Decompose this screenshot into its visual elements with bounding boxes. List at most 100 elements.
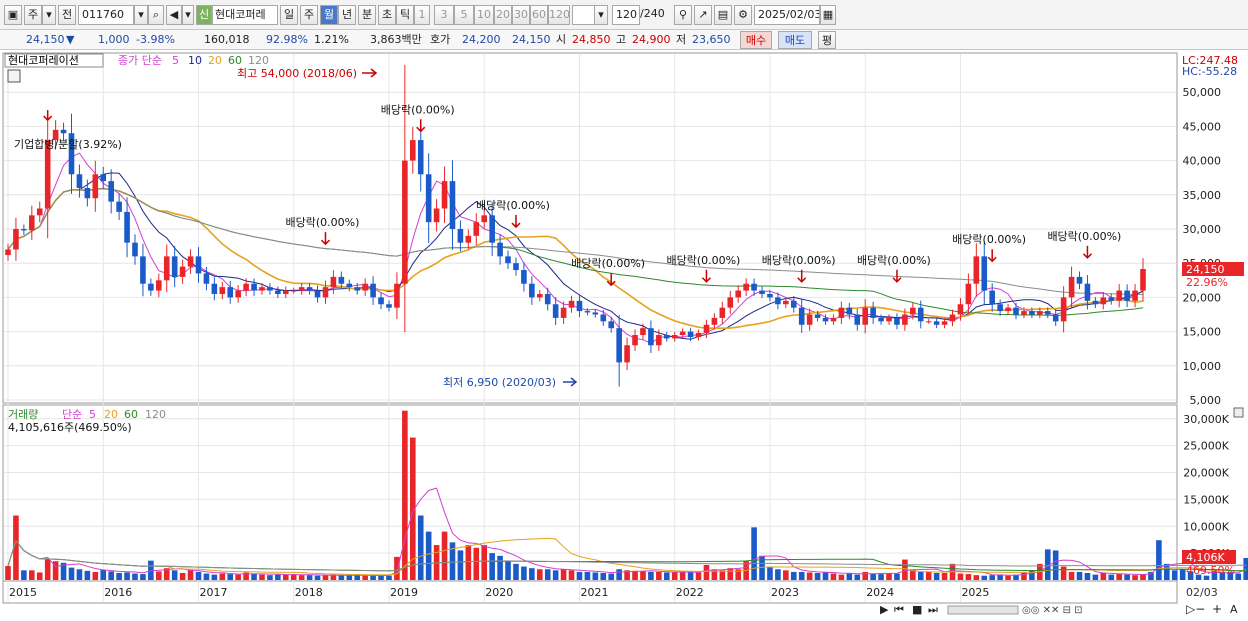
volume-bar xyxy=(1164,563,1170,580)
scroll-right-icon[interactable]: ▶ xyxy=(880,603,889,616)
volume-bar xyxy=(798,571,805,580)
price-tick-label: 40,000 xyxy=(1183,155,1222,168)
volume-bar xyxy=(973,575,980,580)
candle xyxy=(894,317,900,325)
volume-bar xyxy=(1060,566,1067,580)
candle xyxy=(640,328,646,336)
candle xyxy=(759,290,765,294)
count-button[interactable]: 1 xyxy=(414,5,430,25)
candle xyxy=(203,273,210,284)
chart-menu-icon[interactable]: ▣ xyxy=(4,5,22,25)
fast-forward-icon[interactable]: ⏭ xyxy=(928,603,938,616)
stock-code-input[interactable]: 011760 xyxy=(78,5,134,25)
candle xyxy=(29,215,35,231)
candle xyxy=(306,287,313,291)
candle xyxy=(584,311,591,313)
table-view-icon[interactable] xyxy=(7,69,21,83)
candle xyxy=(1013,307,1019,315)
count-button[interactable]: 20 xyxy=(494,5,512,25)
scroll-controls[interactable]: ▶ ⏮ ■ ⏭ ◎◎ ✕✕ ⊟ ⊡ ▷− + A xyxy=(880,602,1238,616)
tool-icons[interactable]: ◎◎ ✕✕ ⊟ ⊡ xyxy=(1022,605,1083,616)
quote-ask: 24,200 xyxy=(462,33,501,46)
candle xyxy=(362,283,368,291)
volume-bar xyxy=(140,574,146,580)
save-icon[interactable]: ▤ xyxy=(714,5,732,25)
volume-bar xyxy=(179,573,186,580)
settings-icon[interactable]: ⚙ xyxy=(734,5,752,25)
count-button[interactable]: 120 xyxy=(548,5,570,25)
volume-bar xyxy=(1100,573,1107,580)
volume-bar xyxy=(362,575,368,580)
candle xyxy=(592,312,599,315)
dividend-annotation: 배당락(0.00%) xyxy=(666,254,740,267)
period-type-dropdown-icon[interactable]: ▾ xyxy=(42,5,56,25)
candle xyxy=(84,187,91,199)
scrollbar[interactable] xyxy=(947,605,1019,615)
calendar-icon[interactable]: ▦ xyxy=(820,5,836,25)
period-button[interactable]: 주 xyxy=(300,5,318,25)
drawing-tool-icon[interactable]: ↗ xyxy=(694,5,712,25)
eval-button[interactable]: 평 xyxy=(818,31,836,49)
stop-icon[interactable]: ■ xyxy=(912,603,922,616)
count-button[interactable]: 10 xyxy=(474,5,494,25)
period-type-select[interactable]: 주 xyxy=(24,5,42,25)
volume-bar xyxy=(695,572,702,580)
rewind-icon[interactable]: ⏮ xyxy=(894,603,904,616)
speaker-icon[interactable]: ◀ xyxy=(166,5,182,25)
period-button[interactable]: 년 xyxy=(338,5,356,25)
volume-bar xyxy=(1132,575,1138,580)
count-dropdown-icon[interactable]: ▾ xyxy=(594,5,608,25)
candle xyxy=(925,321,932,323)
candle xyxy=(338,276,345,284)
period-button[interactable]: 분 xyxy=(358,5,376,25)
dividend-annotation: 배당락(0.00%) xyxy=(571,257,645,270)
legend-ma5: 5 xyxy=(172,54,179,67)
market-select[interactable]: 전 xyxy=(58,5,76,25)
zoom-in-icon[interactable]: + xyxy=(1212,602,1222,616)
low-price: 23,650 xyxy=(692,33,731,46)
indicator-icon[interactable]: ⚲ xyxy=(674,5,692,25)
volume-bar xyxy=(1124,574,1130,580)
count-button[interactable]: 60 xyxy=(530,5,548,25)
period-button[interactable]: 초 xyxy=(378,5,396,25)
volume-bar xyxy=(1108,574,1115,580)
vol-panel-close-icon[interactable] xyxy=(1233,407,1244,418)
zoom-out-icon[interactable]: ▷− xyxy=(1186,602,1205,616)
search-icon[interactable]: ⌕ xyxy=(148,5,164,25)
candle xyxy=(1140,269,1146,291)
candle xyxy=(132,242,138,257)
count-button[interactable]: 3 xyxy=(434,5,454,25)
candle xyxy=(425,174,432,223)
stock-code-dropdown-icon[interactable]: ▾ xyxy=(134,5,148,25)
candle xyxy=(552,304,559,318)
count-button[interactable]: 30 xyxy=(512,5,530,25)
candle xyxy=(76,174,83,188)
buy-button[interactable]: 매수 xyxy=(740,31,772,49)
volume-tick-label: 30,000K xyxy=(1183,413,1229,426)
down-arrow-icon: ▼ xyxy=(66,33,75,46)
volume-bar xyxy=(902,559,908,580)
speaker-dropdown-icon[interactable]: ▾ xyxy=(182,5,194,25)
trade-amount: 3,863백만 xyxy=(370,33,422,46)
sell-button[interactable]: 매도 xyxy=(778,31,812,49)
period-button[interactable]: 일 xyxy=(280,5,298,25)
count-blank-field[interactable] xyxy=(572,5,596,25)
price-panel-frame xyxy=(2,52,1178,404)
date-input[interactable]: 2025/02/03 xyxy=(754,5,820,25)
volume-bar xyxy=(536,569,543,580)
count-button[interactable]: 5 xyxy=(454,5,474,25)
candle xyxy=(140,256,146,284)
candle xyxy=(767,293,773,298)
period-button[interactable]: 틱 xyxy=(396,5,414,25)
volume-bar xyxy=(235,574,241,580)
volume-bar xyxy=(576,571,583,580)
count-input[interactable]: 120 xyxy=(612,5,640,25)
candle xyxy=(616,328,622,363)
font-size-icon[interactable]: A xyxy=(1230,603,1238,616)
current-price-label: 24,150 xyxy=(1186,263,1225,276)
candle xyxy=(505,256,511,264)
stock-chart[interactable]: 5,00010,00015,00020,00025,00030,00035,00… xyxy=(0,50,1248,621)
volume-bar xyxy=(941,573,948,580)
period-button[interactable]: 월 xyxy=(320,5,338,25)
candle xyxy=(100,174,107,182)
